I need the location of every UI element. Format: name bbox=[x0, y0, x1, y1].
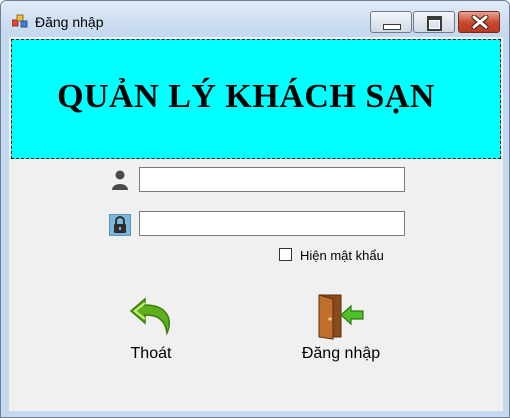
app-window-icon bbox=[12, 14, 28, 28]
window-title: Đăng nhập bbox=[35, 14, 104, 30]
exit-button[interactable]: Thoát bbox=[113, 293, 189, 369]
login-button[interactable]: Đăng nhập bbox=[293, 293, 389, 369]
door-enter-icon bbox=[318, 294, 364, 340]
banner-title: QUẢN LÝ KHÁCH SẠN bbox=[57, 78, 435, 115]
login-form-panel: QUẢN LÝ KHÁCH SẠN Hiện mật khẩu Thoát Đă… bbox=[9, 37, 503, 411]
minimize-button[interactable] bbox=[370, 11, 412, 33]
show-password-checkbox[interactable] bbox=[279, 248, 292, 261]
show-password-label[interactable]: Hiện mật khẩu bbox=[300, 248, 384, 263]
close-icon bbox=[471, 15, 489, 29]
username-input[interactable] bbox=[139, 167, 405, 192]
password-input[interactable] bbox=[139, 211, 405, 236]
exit-label: Thoát bbox=[130, 345, 172, 362]
window-bottom-frame bbox=[1, 411, 509, 417]
title-bar[interactable]: Đăng nhập bbox=[1, 1, 509, 37]
maximize-button[interactable] bbox=[413, 11, 455, 33]
banner-panel: QUẢN LÝ KHÁCH SẠN bbox=[11, 39, 501, 159]
back-arrow-icon bbox=[129, 297, 170, 336]
lock-icon bbox=[109, 214, 131, 236]
user-icon bbox=[112, 170, 128, 190]
close-button[interactable] bbox=[458, 11, 500, 33]
login-label: Đăng nhập bbox=[301, 345, 381, 362]
login-window: Đăng nhập QUẢN LÝ KHÁCH SẠN Hiện mật khẩ… bbox=[0, 0, 510, 418]
